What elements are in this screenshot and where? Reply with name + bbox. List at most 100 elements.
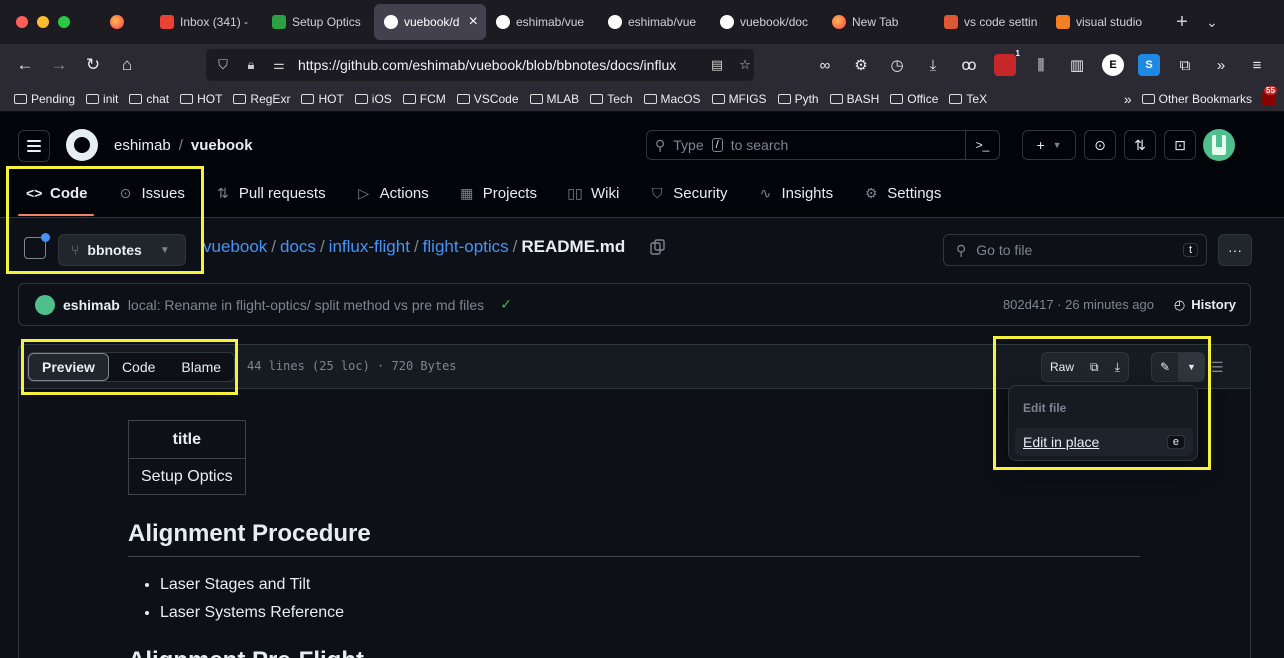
browser-tab[interactable]: eshimab/vue xyxy=(486,4,598,40)
extension-badge-icon[interactable]: 1 xyxy=(994,49,1020,76)
home-icon[interactable]: ⌂ xyxy=(110,55,144,75)
frontmatter-table: title Setup Optics xyxy=(128,420,246,495)
puzzle-icon[interactable]: ⧉ xyxy=(1174,54,1196,76)
commit-author[interactable]: eshimab xyxy=(63,297,120,313)
breadcrumb-separator: / xyxy=(319,237,325,256)
bookmark-item[interactable]: MFIGS xyxy=(711,92,767,106)
bookmark-item[interactable]: Tech xyxy=(590,92,633,106)
breadcrumb-link[interactable]: vuebook xyxy=(203,237,267,257)
create-new-button[interactable]: + ▼ xyxy=(1022,130,1076,160)
more-options-button[interactable]: ··· xyxy=(1218,234,1252,266)
breadcrumb-link[interactable]: docs xyxy=(280,237,316,257)
close-tab-icon[interactable]: × xyxy=(469,13,478,31)
browser-tab[interactable]: visual studio xyxy=(1046,4,1158,40)
graph-icon: ∿ xyxy=(759,184,772,201)
chevron-down-icon[interactable]: ⌄ xyxy=(1206,14,1218,31)
clock-icon[interactable]: ◷ xyxy=(886,54,908,76)
menu-button[interactable] xyxy=(18,130,50,162)
bookmark-item[interactable]: FCM xyxy=(402,92,446,106)
bookmark-star-icon[interactable]: ☆ xyxy=(736,57,754,73)
permissions-icon[interactable]: ⚌ xyxy=(270,57,288,73)
bookmark-label: BASH xyxy=(846,91,880,106)
bookmark-item[interactable]: TeX xyxy=(949,92,987,106)
url-text[interactable]: https://github.com/eshimab/vuebook/blob/… xyxy=(298,57,698,73)
commit-meta[interactable]: 802d417 · 26 minutes ago xyxy=(1003,297,1154,312)
menu-icon[interactable]: ≡ xyxy=(1246,54,1268,76)
tab-actions[interactable]: ▷ Actions xyxy=(344,182,441,204)
bookmark-item[interactable]: Pending xyxy=(14,92,75,106)
pull-requests-icon[interactable]: ⇅ xyxy=(1124,130,1156,160)
browser-tab[interactable]: Inbox (341) - xyxy=(150,4,262,40)
copy-path-icon[interactable] xyxy=(650,239,666,255)
go-to-file-input[interactable]: ⚲ Go to file t xyxy=(943,234,1207,266)
new-tab-button[interactable]: + xyxy=(1168,11,1196,34)
breadcrumb-link[interactable]: influx-flight xyxy=(329,237,410,257)
gear-icon[interactable]: ⚙ xyxy=(850,54,872,76)
bookmark-item[interactable]: RegExr xyxy=(233,92,290,106)
browser-tab-bar: Inbox (341) - Setup Optics vuebook/d × eshim… xyxy=(0,0,1284,44)
reload-icon[interactable]: ↻ xyxy=(76,55,110,75)
firefox-icon xyxy=(110,15,124,29)
bookmark-item[interactable]: Pyth xyxy=(777,92,819,106)
bookmark-item[interactable]: VSCode xyxy=(456,92,519,106)
overflow-chevron-icon[interactable]: » xyxy=(1124,91,1132,107)
minimize-window-button[interactable] xyxy=(37,16,49,28)
search-input[interactable]: ⚲ Type / to search >_ xyxy=(646,130,1000,160)
tab-settings[interactable]: ⚙ Settings xyxy=(851,182,953,204)
command-palette-icon[interactable]: >_ xyxy=(965,130,999,160)
zoom-window-button[interactable] xyxy=(58,16,70,28)
tab-wiki[interactable]: ▯▯ Wiki xyxy=(555,182,631,204)
tab-pull-requests[interactable]: ⇅ Pull requests xyxy=(203,182,338,204)
mask-icon[interactable]: ∞ xyxy=(814,54,836,76)
browser-tab[interactable]: Setup Optics xyxy=(262,4,374,40)
sidebar-icon[interactable]: ▥ xyxy=(1066,54,1088,76)
browser-tab[interactable]: vuebook/d × xyxy=(374,4,486,40)
bookmark-item[interactable]: Office xyxy=(890,92,938,106)
shield-icon[interactable]: ⛉ xyxy=(214,57,232,73)
other-bookmarks[interactable]: Other Bookmarks xyxy=(1141,92,1252,106)
avatar[interactable] xyxy=(35,294,55,315)
tab-insights[interactable]: ∿ Insights xyxy=(745,182,845,204)
tab-security[interactable]: ⛉ Security xyxy=(637,182,739,204)
ublock-icon[interactable]: 55 xyxy=(1262,86,1277,106)
issues-icon[interactable]: ⊙ xyxy=(1084,130,1116,160)
tab-projects[interactable]: ▦ Projects xyxy=(447,182,549,204)
commit-message[interactable]: local: Rename in flight-optics/ split me… xyxy=(128,297,484,313)
close-window-button[interactable] xyxy=(16,16,28,28)
tab-label: Settings xyxy=(887,184,942,202)
reader-view-icon[interactable]: ▤ xyxy=(708,57,726,73)
github-logo-icon[interactable] xyxy=(66,129,98,161)
bookmark-item[interactable]: HOT xyxy=(301,92,344,106)
check-icon[interactable]: ✓ xyxy=(500,296,512,313)
bookmark-item[interactable]: HOT xyxy=(180,92,222,106)
bullet-list: Laser Stages and TiltLaser Systems Refer… xyxy=(128,573,1140,629)
owner-link[interactable]: eshimab xyxy=(114,137,171,154)
bookmark-item[interactable]: init xyxy=(86,92,118,106)
overflow-chevron-icon[interactable]: » xyxy=(1210,54,1232,76)
bookmark-item[interactable]: iOS xyxy=(354,92,392,106)
bookmark-item[interactable]: chat xyxy=(129,92,169,106)
bookmark-item[interactable]: MLAB xyxy=(529,92,579,106)
avatar[interactable] xyxy=(1203,129,1235,161)
browser-tab[interactable]: New Tab xyxy=(822,4,934,40)
browser-tab[interactable] xyxy=(100,4,150,40)
bookmark-item[interactable]: MacOS xyxy=(643,92,701,106)
lock-icon[interactable]: 🔒︎ xyxy=(242,57,260,73)
outline-icon[interactable]: ☰ xyxy=(1211,359,1224,376)
browser-tab[interactable]: vs code settin xyxy=(934,4,1046,40)
browser-tab[interactable]: eshimab/vue xyxy=(598,4,710,40)
library-icon[interactable]: ⫼ xyxy=(1030,54,1052,76)
e-extension-icon[interactable]: E xyxy=(1102,54,1124,76)
back-arrow-icon[interactable]: ← xyxy=(8,55,42,75)
forward-arrow-icon[interactable]: → xyxy=(42,55,76,75)
glasses-icon[interactable]: ꝏ xyxy=(958,54,980,76)
browser-tab[interactable]: vuebook/doc xyxy=(710,4,822,40)
breadcrumb-link[interactable]: flight-optics xyxy=(423,237,509,257)
repo-link[interactable]: vuebook xyxy=(191,137,253,154)
bookmark-item[interactable]: BASH xyxy=(829,91,880,106)
download-icon[interactable]: ⤓ xyxy=(922,54,944,76)
inbox-icon[interactable]: ⊡ xyxy=(1164,130,1196,160)
history-button[interactable]: ◴ History xyxy=(1174,297,1236,313)
s-extension-icon[interactable]: S xyxy=(1138,54,1160,76)
url-bar[interactable]: ⛉ 🔒︎ ⚌ https://github.com/eshimab/vueboo… xyxy=(206,49,754,81)
